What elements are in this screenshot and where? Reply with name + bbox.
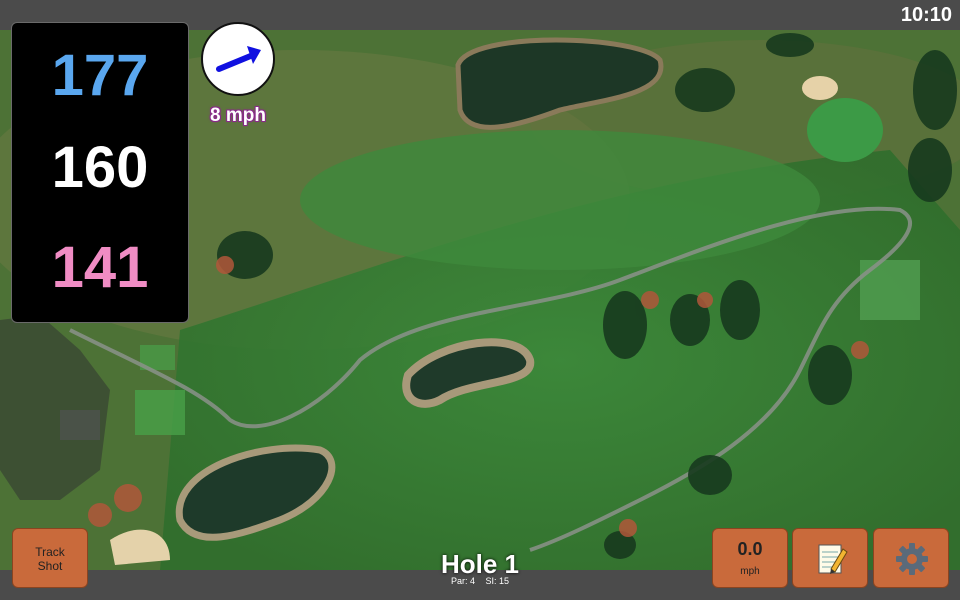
notepad-pencil-icon [818,544,848,574]
hole-info: Par: 4 SI: 15 [380,576,580,586]
track-shot-label-1: Track [35,545,65,559]
speed-button[interactable]: 0.0 mph [712,528,788,588]
track-shot-button[interactable]: Track Shot [12,528,88,588]
speed-unit: mph [740,566,760,577]
hole-par: Par: 4 [450,576,475,586]
back-distance: 177 [51,43,149,108]
wind-direction-arrow-icon [216,46,261,72]
settings-button[interactable] [873,528,949,588]
wind-speed: 8 mph [210,105,266,126]
middle-distance: 160 [51,135,149,200]
notes-button[interactable] [792,528,868,588]
distance-panel: 177 160 141 [11,22,189,323]
front-distance: 141 [51,235,149,300]
track-shot-label-2: Shot [37,559,63,573]
wind-indicator [201,22,275,96]
hole-stroke-index: SI: 15 [485,576,510,586]
gear-icon [896,543,928,575]
speed-value: 0.0 [737,539,763,559]
clock: 10:10 [900,4,952,26]
